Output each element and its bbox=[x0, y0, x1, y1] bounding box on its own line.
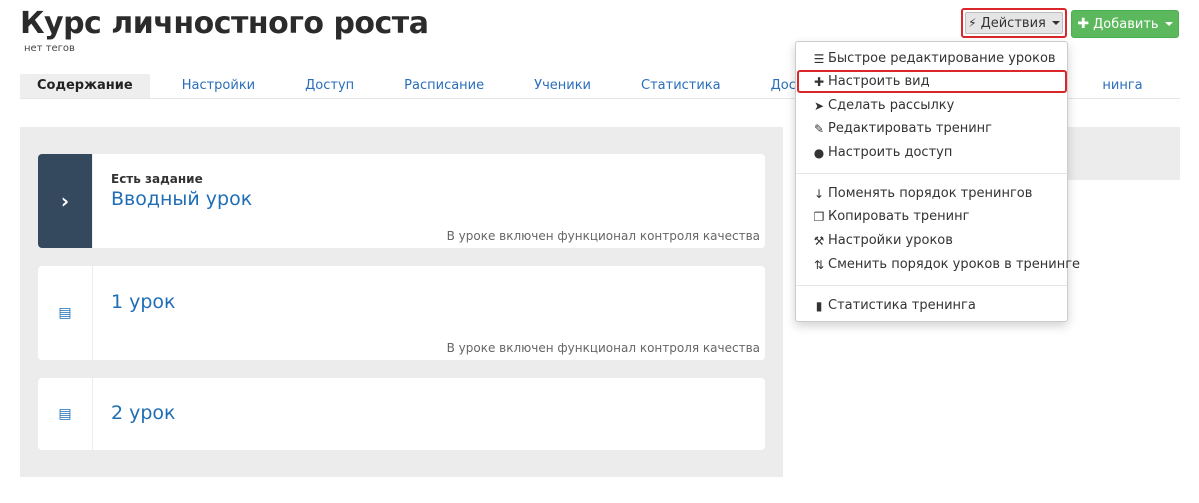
menu-item-label: Быстрое редактирование уроков bbox=[828, 51, 1056, 66]
caret-down-icon bbox=[1164, 22, 1173, 26]
list-icon: ☰ bbox=[813, 51, 825, 66]
menu-item-label: Поменять порядок тренингов bbox=[828, 186, 1033, 201]
actions-button-label: Действия bbox=[980, 15, 1046, 31]
add-button[interactable]: ✚ Добавить bbox=[1071, 10, 1179, 38]
wrench-icon: ⚒ bbox=[813, 233, 825, 248]
menu-item-lesson-settings[interactable]: ⚒ Настройки уроков bbox=[813, 233, 953, 248]
menu-item-mailing[interactable]: ➤ Сделать рассылку bbox=[813, 98, 954, 113]
lesson-expand[interactable]: › bbox=[38, 154, 93, 248]
menu-item-label: Сделать рассылку bbox=[828, 98, 955, 113]
lesson-icon-cell: ▤ bbox=[38, 378, 93, 450]
menu-item-label: Настройки уроков bbox=[828, 233, 953, 248]
swap-icon: ⇅ bbox=[813, 257, 825, 272]
send-icon: ➤ bbox=[813, 98, 825, 113]
page-title: Курс личностного роста bbox=[20, 6, 429, 41]
caret-down-icon bbox=[1051, 21, 1060, 25]
lesson-icon-cell: ▤ bbox=[38, 266, 93, 360]
actions-button-highlight: ⚡ Действия bbox=[961, 8, 1067, 38]
lesson-note: В уроке включен функционал контроля каче… bbox=[446, 229, 760, 243]
document-icon: ▤ bbox=[58, 406, 72, 422]
add-button-label: Добавить bbox=[1093, 16, 1159, 32]
document-icon: ▤ bbox=[58, 305, 72, 321]
menu-divider bbox=[796, 173, 1067, 174]
menu-divider bbox=[796, 285, 1067, 286]
menu-item-label: Сменить порядок уроков в тренинге bbox=[828, 257, 1081, 272]
tab-settings[interactable]: Настройки bbox=[164, 74, 273, 98]
tab-students[interactable]: Ученики bbox=[516, 74, 609, 98]
menu-item-edit-training[interactable]: ✎ Редактировать тренинг bbox=[813, 121, 992, 136]
chevron-right-icon: › bbox=[60, 189, 70, 213]
right-panel bbox=[1068, 127, 1180, 180]
edit-icon: ✎ bbox=[813, 121, 825, 136]
tab-training-partial[interactable]: нинга bbox=[1084, 74, 1160, 98]
lesson-title[interactable]: 2 урок bbox=[111, 402, 176, 424]
plus-icon: ✚ bbox=[1077, 16, 1090, 32]
menu-item-highlight bbox=[797, 70, 1067, 93]
tab-schedule[interactable]: Расписание bbox=[386, 74, 502, 98]
menu-item-label: Настроить доступ bbox=[828, 145, 953, 160]
actions-button[interactable]: ⚡ Действия bbox=[965, 12, 1063, 34]
menu-item-label: Статистика тренинга bbox=[828, 298, 976, 313]
tags-text: нет тегов bbox=[24, 43, 75, 54]
tab-content[interactable]: Содержание bbox=[20, 74, 150, 98]
lesson-title[interactable]: 1 урок bbox=[111, 291, 176, 313]
menu-item-label: Копировать тренинг bbox=[828, 209, 970, 224]
lesson-card[interactable]: › Есть задание Вводный урок В уроке вклю… bbox=[38, 154, 765, 248]
menu-item-reorder-lessons[interactable]: ⇅ Сменить порядок уроков в тренинге bbox=[813, 257, 1080, 272]
user-icon: ● bbox=[813, 145, 825, 160]
copy-icon: ❐ bbox=[813, 209, 825, 224]
lesson-title[interactable]: Вводный урок bbox=[111, 188, 252, 210]
tab-access[interactable]: Доступ bbox=[287, 74, 372, 98]
lesson-card[interactable]: ▤ 1 урок В уроке включен функционал конт… bbox=[38, 266, 765, 360]
menu-item-label: Редактировать тренинг bbox=[828, 121, 992, 136]
lesson-task-label: Есть задание bbox=[111, 172, 203, 186]
sort-icon: ↓ bbox=[813, 186, 825, 201]
menu-item-access[interactable]: ● Настроить доступ bbox=[813, 145, 953, 160]
lesson-note: В уроке включен функционал контроля каче… bbox=[446, 341, 760, 355]
menu-item-reorder-trainings[interactable]: ↓ Поменять порядок тренингов bbox=[813, 186, 1032, 201]
lightning-icon: ⚡ bbox=[968, 16, 977, 30]
lesson-card[interactable]: ▤ 2 урок bbox=[38, 378, 765, 450]
menu-item-copy-training[interactable]: ❐ Копировать тренинг bbox=[813, 209, 970, 224]
menu-item-statistics[interactable]: ▮ Статистика тренинга bbox=[813, 298, 976, 313]
tab-statistics[interactable]: Статистика bbox=[623, 74, 739, 98]
chart-icon: ▮ bbox=[815, 298, 823, 313]
menu-item-quick-edit[interactable]: ☰ Быстрое редактирование уроков bbox=[813, 51, 1056, 66]
